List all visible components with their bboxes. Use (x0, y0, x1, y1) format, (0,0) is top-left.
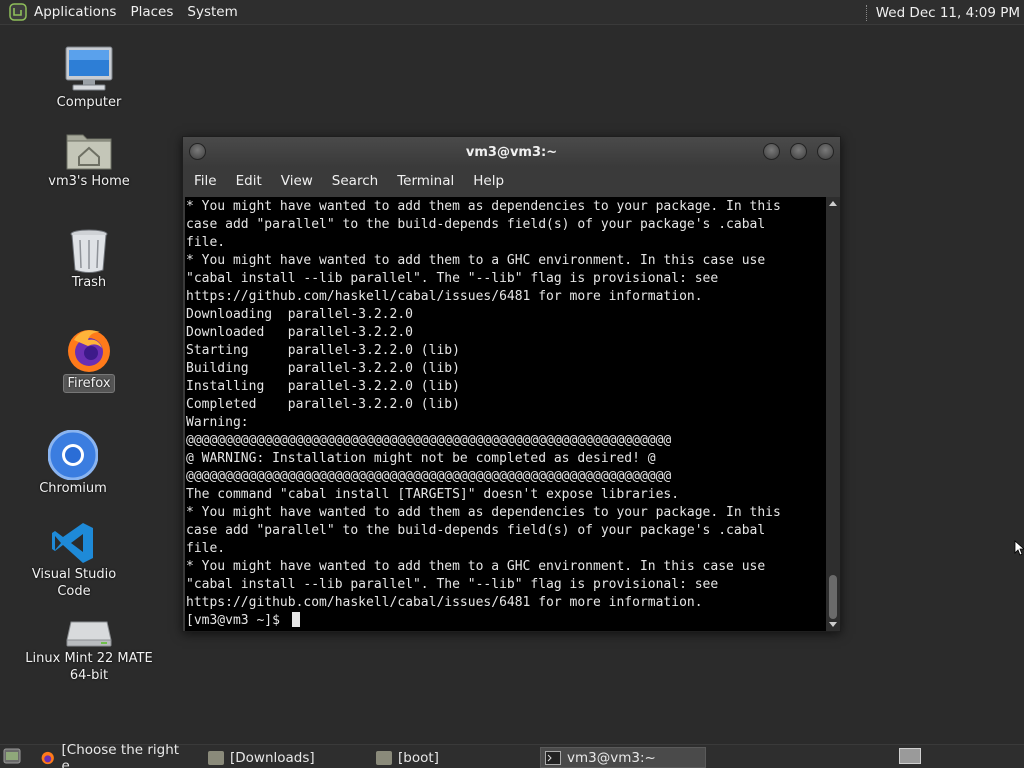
taskbar-item-downloads[interactable]: [Downloads] (204, 747, 368, 768)
terminal-line: https://github.com/haskell/cabal/issues/… (186, 595, 703, 610)
terminal-line: Building parallel-3.2.2.0 (lib) (186, 361, 460, 376)
window-title: vm3@vm3:~ (465, 144, 558, 160)
applications-menu[interactable]: Applications (34, 4, 116, 20)
scroll-up-arrow-icon[interactable] (829, 201, 837, 206)
mint-menu-icon[interactable] (8, 2, 28, 22)
terminal-line: * You might have wanted to add them to a… (186, 253, 766, 268)
top-panel: Applications Places System Wed Dec 11, 4… (0, 0, 1024, 25)
workspace-switcher[interactable] (899, 748, 921, 768)
terminal-line: file. (186, 235, 226, 250)
terminal-menubar: File Edit View Search Terminal Help (183, 167, 840, 195)
terminal-line: Completed parallel-3.2.2.0 (lib) (186, 397, 460, 412)
places-menu[interactable]: Places (130, 4, 173, 20)
text-cursor (291, 612, 300, 627)
terminal-line: Starting parallel-3.2.2.0 (lib) (186, 343, 460, 358)
terminal-window[interactable]: vm3@vm3:~ File Edit View Search Terminal… (182, 136, 841, 632)
desktop-icon-label: vm3's Home (48, 174, 130, 189)
vscode-icon (52, 523, 93, 563)
desktop-icon-firefox[interactable]: Firefox (50, 326, 128, 393)
taskbar-item-label: [boot] (398, 749, 439, 766)
home-folder-icon (66, 134, 112, 170)
desktop-icon-label: Visual Studio Code (31, 567, 117, 599)
close-button[interactable] (817, 143, 834, 160)
terminal-output[interactable]: * You might have wanted to add them as d… (185, 197, 826, 631)
desktop-icon-home[interactable]: vm3's Home (44, 127, 134, 190)
terminal-text: * You might have wanted to add them as d… (185, 197, 826, 630)
desktop-icon-vscode[interactable]: Visual Studio Code (14, 520, 134, 600)
maximize-button[interactable] (790, 143, 807, 160)
desktop-icon-trash[interactable]: Trash (50, 228, 128, 291)
terminal-line: file. (186, 541, 226, 556)
trash-icon (70, 229, 108, 273)
taskbar-item-label: [Downloads] (230, 749, 315, 766)
firefox-icon (41, 751, 54, 764)
menu-terminal[interactable]: Terminal (397, 173, 454, 189)
desktop-icon-label: Linux Mint 22 MATE (25, 651, 153, 666)
terminal-line: @ WARNING: Installation might not be com… (186, 451, 656, 466)
taskbar-item-firefox[interactable]: [Choose the right e... (36, 742, 200, 768)
desktop-icon-label: Trash (71, 275, 107, 290)
scroll-down-arrow-icon[interactable] (829, 622, 837, 627)
terminal-line: Installing parallel-3.2.2.0 (lib) (186, 379, 460, 394)
terminal-line: Downloading parallel-3.2.2.0 (186, 307, 413, 322)
menu-edit[interactable]: Edit (236, 173, 262, 189)
window-menu-button[interactable] (189, 143, 206, 160)
folder-icon (208, 750, 224, 765)
taskbar-item-terminal[interactable]: vm3@vm3:~ (540, 747, 706, 768)
terminal-line: Warning: (186, 415, 249, 430)
terminal-prompt-line[interactable]: [vm3@vm3 ~]$ (186, 612, 826, 630)
terminal-line: @@@@@@@@@@@@@@@@@@@@@@@@@@@@@@@@@@@@@@@@… (186, 433, 672, 448)
drive-icon (66, 621, 112, 647)
bottom-panel: [Choose the right e... [Downloads] [boot… (0, 742, 1024, 768)
taskbar-item-boot[interactable]: [boot] (372, 747, 536, 768)
menu-search[interactable]: Search (332, 173, 378, 189)
terminal-line: Downloaded parallel-3.2.2.0 (186, 325, 413, 340)
firefox-icon (68, 330, 110, 372)
terminal-line: * You might have wanted to add them to a… (186, 559, 766, 574)
terminal-line: case add "parallel" to the build-depends… (186, 523, 766, 538)
menu-file[interactable]: File (194, 173, 217, 189)
desktop-icon-label-line2: 64-bit (69, 668, 109, 683)
system-menu[interactable]: System (187, 4, 237, 20)
desktop-icon-computer[interactable]: Computer (50, 44, 128, 111)
scrollbar-thumb[interactable] (829, 575, 837, 619)
taskbar-item-label: vm3@vm3:~ (567, 749, 656, 766)
terminal-scrollbar[interactable] (826, 197, 840, 631)
folder-icon (376, 750, 392, 765)
menu-help[interactable]: Help (473, 173, 504, 189)
terminal-line: @@@@@@@@@@@@@@@@@@@@@@@@@@@@@@@@@@@@@@@@… (186, 469, 672, 484)
terminal-line: The command "cabal install [TARGETS]" do… (186, 487, 680, 502)
terminal-line: * You might have wanted to add them as d… (186, 505, 781, 520)
panel-separator (865, 4, 868, 21)
mouse-pointer-icon (1014, 540, 1024, 556)
show-desktop-icon[interactable] (3, 748, 21, 768)
minimize-button[interactable] (763, 143, 780, 160)
desktop-icon-label: Firefox (63, 374, 115, 393)
terminal-prompt: [vm3@vm3 ~]$ (186, 613, 288, 628)
window-titlebar[interactable]: vm3@vm3:~ (183, 137, 840, 167)
computer-icon (65, 46, 113, 91)
terminal-line: "cabal install --lib parallel". The "--l… (186, 271, 719, 286)
clock[interactable]: Wed Dec 11, 4:09 PM (876, 5, 1020, 21)
terminal-line: * You might have wanted to add them as d… (186, 199, 781, 214)
desktop-icon-mint-drive[interactable]: Linux Mint 22 MATE 64-bit (24, 614, 154, 684)
terminal-line: "cabal install --lib parallel". The "--l… (186, 577, 719, 592)
desktop-icon-chromium[interactable]: Chromium (30, 430, 116, 497)
desktop-icon-label: Chromium (39, 481, 107, 496)
terminal-icon (545, 750, 561, 765)
desktop-icon-label: Computer (56, 95, 122, 110)
terminal-line: case add "parallel" to the build-depends… (186, 217, 766, 232)
terminal-line: https://github.com/haskell/cabal/issues/… (186, 289, 703, 304)
chromium-icon (48, 430, 98, 480)
menu-view[interactable]: View (281, 173, 313, 189)
taskbar-item-label: [Choose the right e... (61, 741, 180, 768)
